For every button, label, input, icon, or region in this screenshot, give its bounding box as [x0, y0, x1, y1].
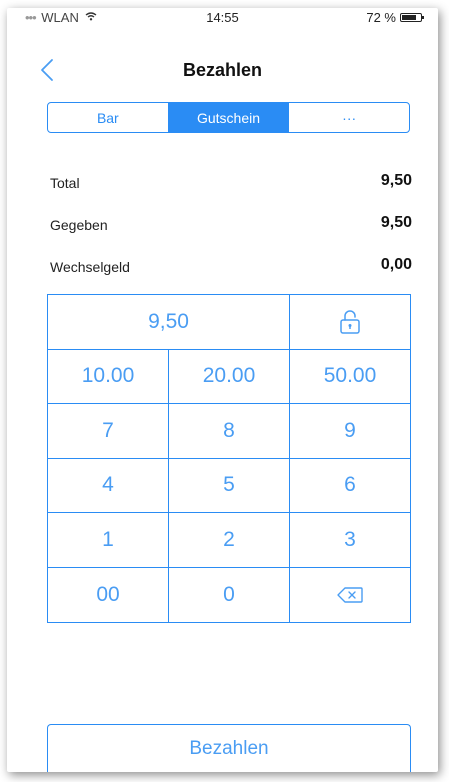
pay-button[interactable]: Bezahlen	[47, 724, 411, 772]
quick-amount-50[interactable]: 50.00	[290, 349, 410, 404]
key-6[interactable]: 6	[290, 458, 410, 513]
given-value: 9,50	[380, 214, 412, 231]
change-label: Wechselgeld	[50, 259, 130, 275]
tab-gutschein[interactable]: Gutschein	[167, 103, 289, 132]
key-4[interactable]: 4	[48, 458, 169, 513]
page-title: Bezahlen	[182, 60, 263, 80]
change-row: Wechselgeld 0,00	[50, 256, 412, 278]
status-battery: 72 %	[366, 10, 424, 25]
amount-display[interactable]: 9,50	[48, 295, 290, 350]
phone-screen: ••• WLAN 14:55 72 % Bezahlen Bar Gutsche…	[7, 8, 438, 772]
battery-percent: 72 %	[366, 10, 396, 25]
total-label: Total	[50, 175, 80, 191]
key-9[interactable]: 9	[290, 404, 410, 459]
backspace-button[interactable]	[290, 567, 410, 622]
tab-bar[interactable]: Bar	[48, 103, 168, 132]
key-7[interactable]: 7	[48, 404, 169, 459]
status-bar: ••• WLAN 14:55 72 %	[7, 8, 438, 30]
total-row: Total 9,50	[50, 172, 412, 194]
quick-amount-10[interactable]: 10.00	[48, 349, 169, 404]
payment-method-tabs: Bar Gutschein ···	[47, 102, 410, 133]
given-row: Gegeben 9,50	[50, 214, 412, 236]
unlock-icon	[340, 310, 360, 334]
key-1[interactable]: 1	[48, 513, 169, 568]
given-label: Gegeben	[50, 217, 108, 233]
lock-button[interactable]	[290, 295, 410, 350]
battery-icon	[400, 13, 424, 22]
key-5[interactable]: 5	[169, 458, 290, 513]
key-00[interactable]: 00	[48, 567, 169, 622]
key-8[interactable]: 8	[169, 404, 290, 459]
total-value: 9,50	[380, 172, 412, 189]
key-0[interactable]: 0	[169, 567, 290, 622]
backspace-icon	[337, 587, 363, 603]
key-3[interactable]: 3	[290, 513, 410, 568]
keypad: 9,50 10.00 20.00 50.00 7 8 9 4 5 6 1 2 3…	[47, 294, 411, 623]
tab-more[interactable]: ···	[288, 103, 409, 132]
quick-amount-20[interactable]: 20.00	[169, 349, 290, 404]
change-value: 0,00	[380, 256, 412, 273]
key-2[interactable]: 2	[169, 513, 290, 568]
navigation-bar: Bezahlen	[7, 54, 438, 88]
